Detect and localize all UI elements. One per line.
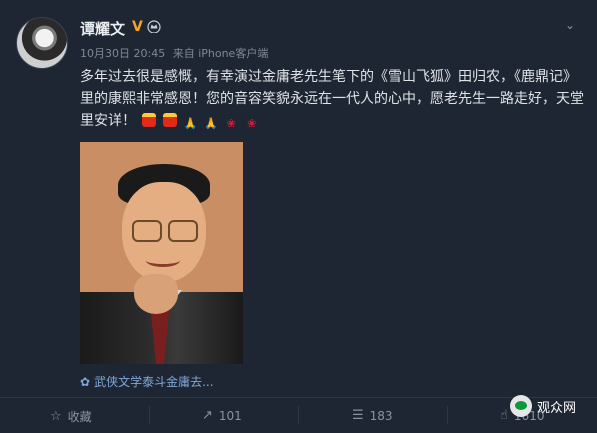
star-icon: ☆ (50, 409, 62, 424)
favorite-label: 收藏 (67, 410, 92, 424)
verified-badge-icon: V (132, 19, 143, 35)
topic-label: 武侠文学泰斗金庸去... (94, 375, 214, 389)
chevron-down-icon[interactable]: ⌄ (565, 18, 575, 32)
topic-icon: ✿ (80, 375, 91, 389)
thumbs-up-icon: ☝ (500, 408, 508, 423)
photo-mouth (146, 254, 180, 267)
comment-button[interactable]: ☰ 183 (352, 408, 393, 423)
candle-icon (142, 113, 157, 127)
favorite-button[interactable]: ☆ 收藏 (50, 408, 92, 425)
divider (0, 397, 597, 398)
post-meta: 10月30日 20:45 来自 iPhone客户端 (80, 45, 272, 61)
topic-link[interactable]: ✿ 武侠文学泰斗金庸去... (80, 373, 214, 390)
post-photo[interactable] (80, 142, 243, 364)
pray-icon: 🙏 (203, 117, 218, 130)
emoji-row: 🙏 🙏 ❀ ❀ (142, 110, 260, 132)
post-source: 来自 iPhone客户端 (172, 47, 269, 60)
comment-count: 183 (369, 408, 393, 423)
watermark: 观众网 (510, 395, 576, 417)
candle-icon (162, 113, 177, 127)
photo-glasses-left (132, 220, 162, 242)
avatar[interactable] (16, 17, 68, 69)
comment-icon: ☰ (352, 408, 364, 423)
action-separator (447, 406, 448, 424)
action-separator (149, 406, 150, 424)
repost-count: 101 (218, 408, 242, 423)
crown-icon (147, 20, 161, 33)
photo-glasses-right (168, 220, 198, 242)
post-text: 多年过去很是感慨，有幸演过金庸老先生笔下的《雪山飞狐》田归农，《鹿鼎记》里的康熙… (80, 66, 590, 132)
watermark-logo-icon (510, 395, 532, 417)
photo-hand (134, 274, 178, 314)
watermark-text: 观众网 (537, 400, 577, 416)
rose-icon: ❀ (247, 117, 257, 130)
rose-icon: ❀ (226, 117, 236, 130)
username[interactable]: 谭耀文 (80, 18, 125, 39)
action-separator (298, 406, 299, 424)
post-time[interactable]: 10月30日 20:45 (80, 47, 165, 60)
weibo-post-card: 谭耀文 V ⌄ 10月30日 20:45 来自 iPhone客户端 多年过去很是… (0, 0, 597, 433)
pray-icon: 🙏 (183, 117, 198, 130)
repost-button[interactable]: ↗ 101 (202, 408, 242, 423)
repost-icon: ↗ (202, 408, 213, 423)
